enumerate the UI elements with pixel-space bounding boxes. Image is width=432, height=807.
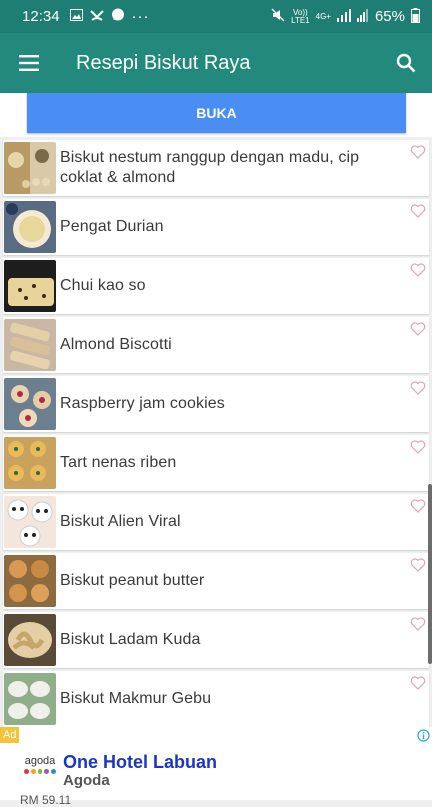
ad-price: RM 59.11	[20, 793, 72, 807]
favorite-heart-icon[interactable]	[410, 262, 426, 278]
favorite-heart-icon[interactable]	[410, 144, 426, 160]
recipe-title: Biskut Alien Viral	[60, 513, 181, 530]
recipe-thumbnail	[4, 555, 56, 607]
list-item[interactable]: Tart nenas riben	[3, 435, 429, 491]
search-icon	[396, 53, 416, 73]
recipe-thumbnail	[4, 437, 56, 489]
missed-call-icon	[89, 8, 104, 25]
favorite-heart-icon[interactable]	[410, 675, 426, 691]
recipe-thumbnail	[4, 260, 56, 312]
volte-indicator: Vo)) LTE1	[291, 7, 310, 25]
ad-banner[interactable]: Ad agoda One Hotel Labuan Agoda RM 59.11	[0, 727, 432, 807]
list-item[interactable]: Pengat Durian	[3, 199, 429, 255]
favorite-heart-icon[interactable]	[410, 380, 426, 396]
recipe-title: Chui kao so	[60, 277, 146, 294]
list-item[interactable]: Biskut Makmur Gebu	[3, 671, 429, 727]
recipe-title: Biskut peanut butter	[60, 572, 205, 589]
app-bar: Resepi Biskut Raya	[0, 33, 432, 93]
status-time: 12:34	[22, 8, 60, 25]
favorite-heart-icon[interactable]	[410, 439, 426, 455]
info-icon[interactable]	[417, 729, 430, 742]
status-bar: 12:34 ··· Vo)) LTE1 4G+ 65%	[0, 0, 432, 33]
recipe-thumbnail	[4, 673, 56, 725]
gallery-icon	[69, 8, 83, 25]
favorite-heart-icon[interactable]	[410, 321, 426, 337]
favorite-heart-icon[interactable]	[410, 557, 426, 573]
recipe-title: Pengat Durian	[60, 218, 164, 235]
recipe-thumbnail	[4, 378, 56, 430]
chat-icon	[111, 8, 125, 26]
recipe-title: Tart nenas riben	[60, 454, 177, 471]
signal-icon	[336, 8, 351, 25]
list-item[interactable]: Biskut Ladam Kuda	[3, 612, 429, 668]
menu-button[interactable]	[1, 33, 57, 93]
open-button-area: BUKA	[0, 93, 432, 137]
recipe-title: Raspberry jam cookies	[60, 395, 225, 412]
hamburger-icon	[19, 55, 39, 71]
recipe-thumbnail	[4, 319, 56, 371]
ad-title[interactable]: One Hotel Labuan	[63, 752, 217, 773]
buka-button[interactable]: BUKA	[27, 93, 406, 133]
agoda-dots	[24, 769, 56, 774]
scrollbar[interactable]	[428, 484, 432, 664]
recipe-thumbnail	[4, 496, 56, 548]
agoda-wordmark: agoda	[24, 755, 56, 767]
list-item[interactable]: Almond Biscotti	[3, 317, 429, 373]
favorite-heart-icon[interactable]	[410, 203, 426, 219]
favorite-heart-icon[interactable]	[410, 498, 426, 514]
ad-advertiser: Agoda	[63, 772, 110, 789]
recipe-title: Almond Biscotti	[60, 336, 172, 353]
search-button[interactable]	[382, 33, 430, 93]
list-item[interactable]: Chui kao so	[3, 258, 429, 314]
mute-icon	[271, 8, 285, 25]
recipe-title: Biskut Ladam Kuda	[60, 631, 201, 648]
list-item[interactable]: Biskut nestum ranggup dengan madu, cip c…	[3, 140, 429, 196]
app-title: Resepi Biskut Raya	[76, 51, 251, 74]
ad-badge: Ad	[0, 727, 20, 743]
recipe-title: Biskut nestum ranggup dengan madu, cip c…	[60, 149, 360, 186]
battery-icon	[411, 7, 420, 26]
agoda-logo: agoda	[24, 755, 56, 774]
network-type: 4G+	[315, 11, 331, 21]
battery-level: 65%	[374, 8, 405, 25]
recipe-title: Biskut Makmur Gebu	[60, 690, 212, 707]
more-notifications-icon: ···	[131, 8, 150, 25]
recipe-thumbnail	[4, 614, 56, 666]
recipe-thumbnail	[4, 142, 56, 194]
recipe-thumbnail	[4, 201, 56, 253]
list-item[interactable]: Biskut Alien Viral	[3, 494, 429, 550]
list-item[interactable]: Biskut peanut butter	[3, 553, 429, 609]
signal-icon-2	[356, 8, 369, 25]
favorite-heart-icon[interactable]	[410, 616, 426, 632]
list-item[interactable]: Raspberry jam cookies	[3, 376, 429, 432]
